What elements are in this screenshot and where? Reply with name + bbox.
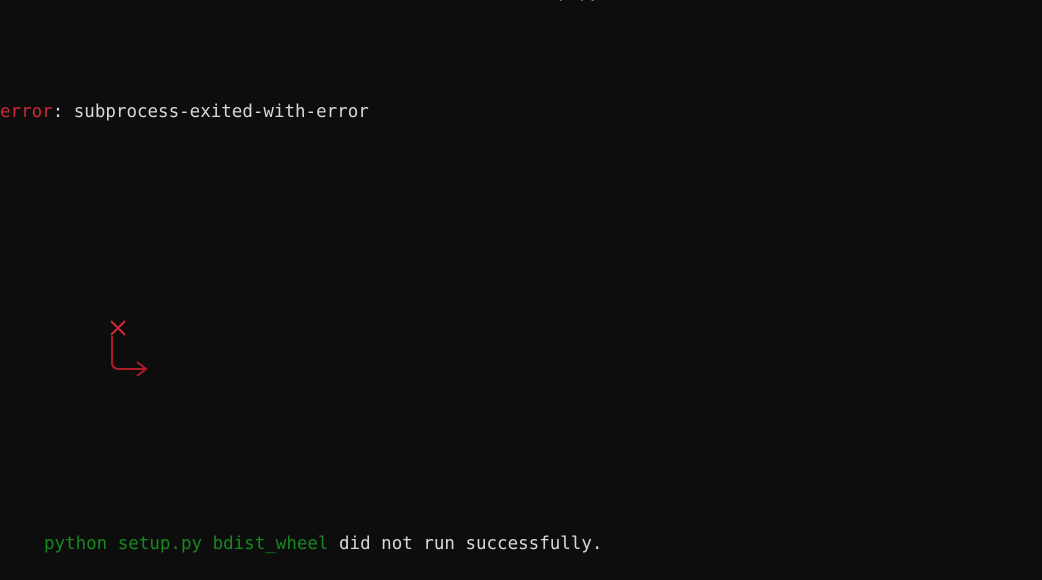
- terminal-output-pane[interactable]: ERROR: Command errored out with exit sta…: [0, 0, 1042, 580]
- error-separator: :: [52, 102, 74, 122]
- cross-icon: [25, 295, 127, 336]
- elbow-arrow-icon: [25, 312, 148, 377]
- failed-command-suffix: did not run successfully.: [328, 534, 603, 554]
- failed-command-line: python setup.py bdist_wheel did not run …: [0, 532, 1042, 556]
- error-message: subprocess-exited-with-error: [73, 102, 369, 122]
- error-label: error: [0, 102, 53, 122]
- terminal-body: error: subprocess-exited-with-error pyth…: [0, 4, 1042, 580]
- error-detail-block: python setup.py bdist_wheel did not run …: [0, 292, 1042, 580]
- error-summary-line: error: subprocess-exited-with-error: [0, 100, 1042, 124]
- failed-command-text: python setup.py bdist_wheel: [44, 534, 329, 554]
